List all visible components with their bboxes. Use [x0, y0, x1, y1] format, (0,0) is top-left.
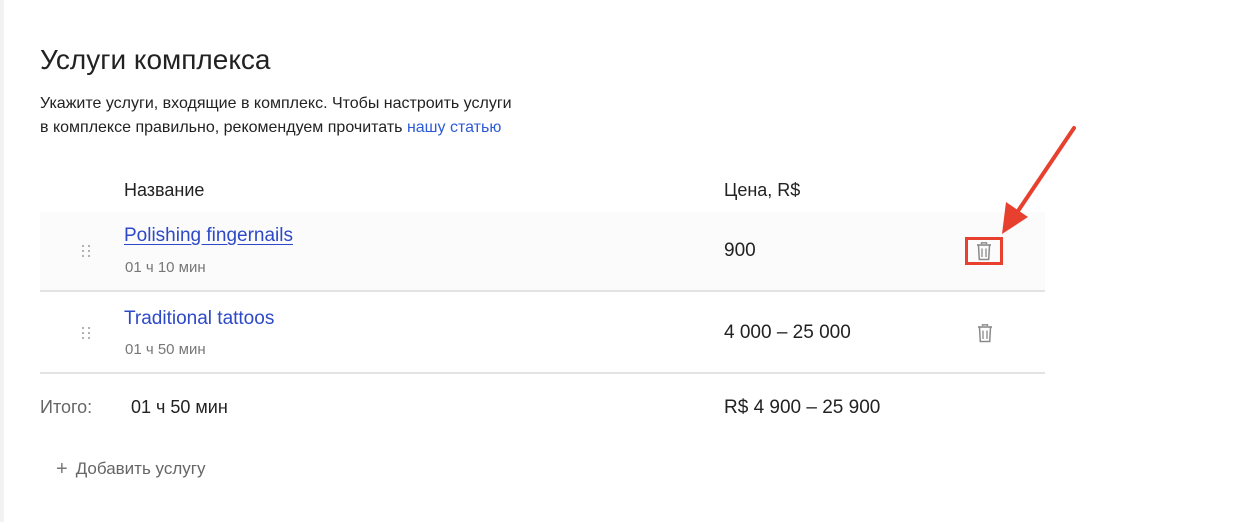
service-price: 4 000 – 25 000 [724, 322, 851, 343]
section-title: Услуги комплекса [40, 44, 271, 75]
service-row: Traditional tattoos 01 ч 50 мин 4 000 – … [40, 294, 1045, 374]
description-text-line2: в комплексе правильно, рекомендуем прочи… [40, 119, 407, 136]
service-name-link[interactable]: Traditional tattoos [124, 308, 274, 330]
column-header-name: Название [124, 180, 205, 200]
trash-icon [977, 241, 991, 260]
service-name-link[interactable]: Polishing fingernails [124, 225, 293, 247]
description-text-line1: Укажите услуги, входящие в комплекс. Что… [40, 95, 512, 112]
row-divider [40, 372, 1045, 374]
drag-handle-icon[interactable] [82, 327, 92, 341]
column-header-price: Цена, R$ [724, 180, 801, 200]
drag-handle-icon[interactable] [82, 245, 92, 259]
trash-icon [978, 323, 992, 342]
total-label: Итого: [40, 397, 93, 417]
row-divider [40, 290, 1045, 292]
delete-service-button[interactable] [965, 237, 1003, 265]
add-service-button[interactable]: + Добавить услугу [56, 459, 205, 479]
service-row: Polishing fingernails 01 ч 10 мин 900 [40, 212, 1045, 292]
service-duration: 01 ч 50 мин [125, 341, 206, 358]
total-duration: 01 ч 50 мин [131, 397, 228, 417]
service-duration: 01 ч 10 мин [125, 259, 206, 276]
service-price: 900 [724, 240, 756, 261]
add-service-label: Добавить услугу [75, 459, 206, 478]
delete-service-button[interactable] [974, 320, 996, 346]
section-description: Укажите услуги, входящие в комплекс. Что… [40, 92, 680, 140]
plus-icon: + [56, 458, 68, 480]
services-panel: Услуги комплекса Укажите услуги, входящи… [4, 0, 1252, 522]
article-link[interactable]: нашу статью [407, 119, 501, 136]
total-price: R$ 4 900 – 25 900 [724, 397, 881, 418]
